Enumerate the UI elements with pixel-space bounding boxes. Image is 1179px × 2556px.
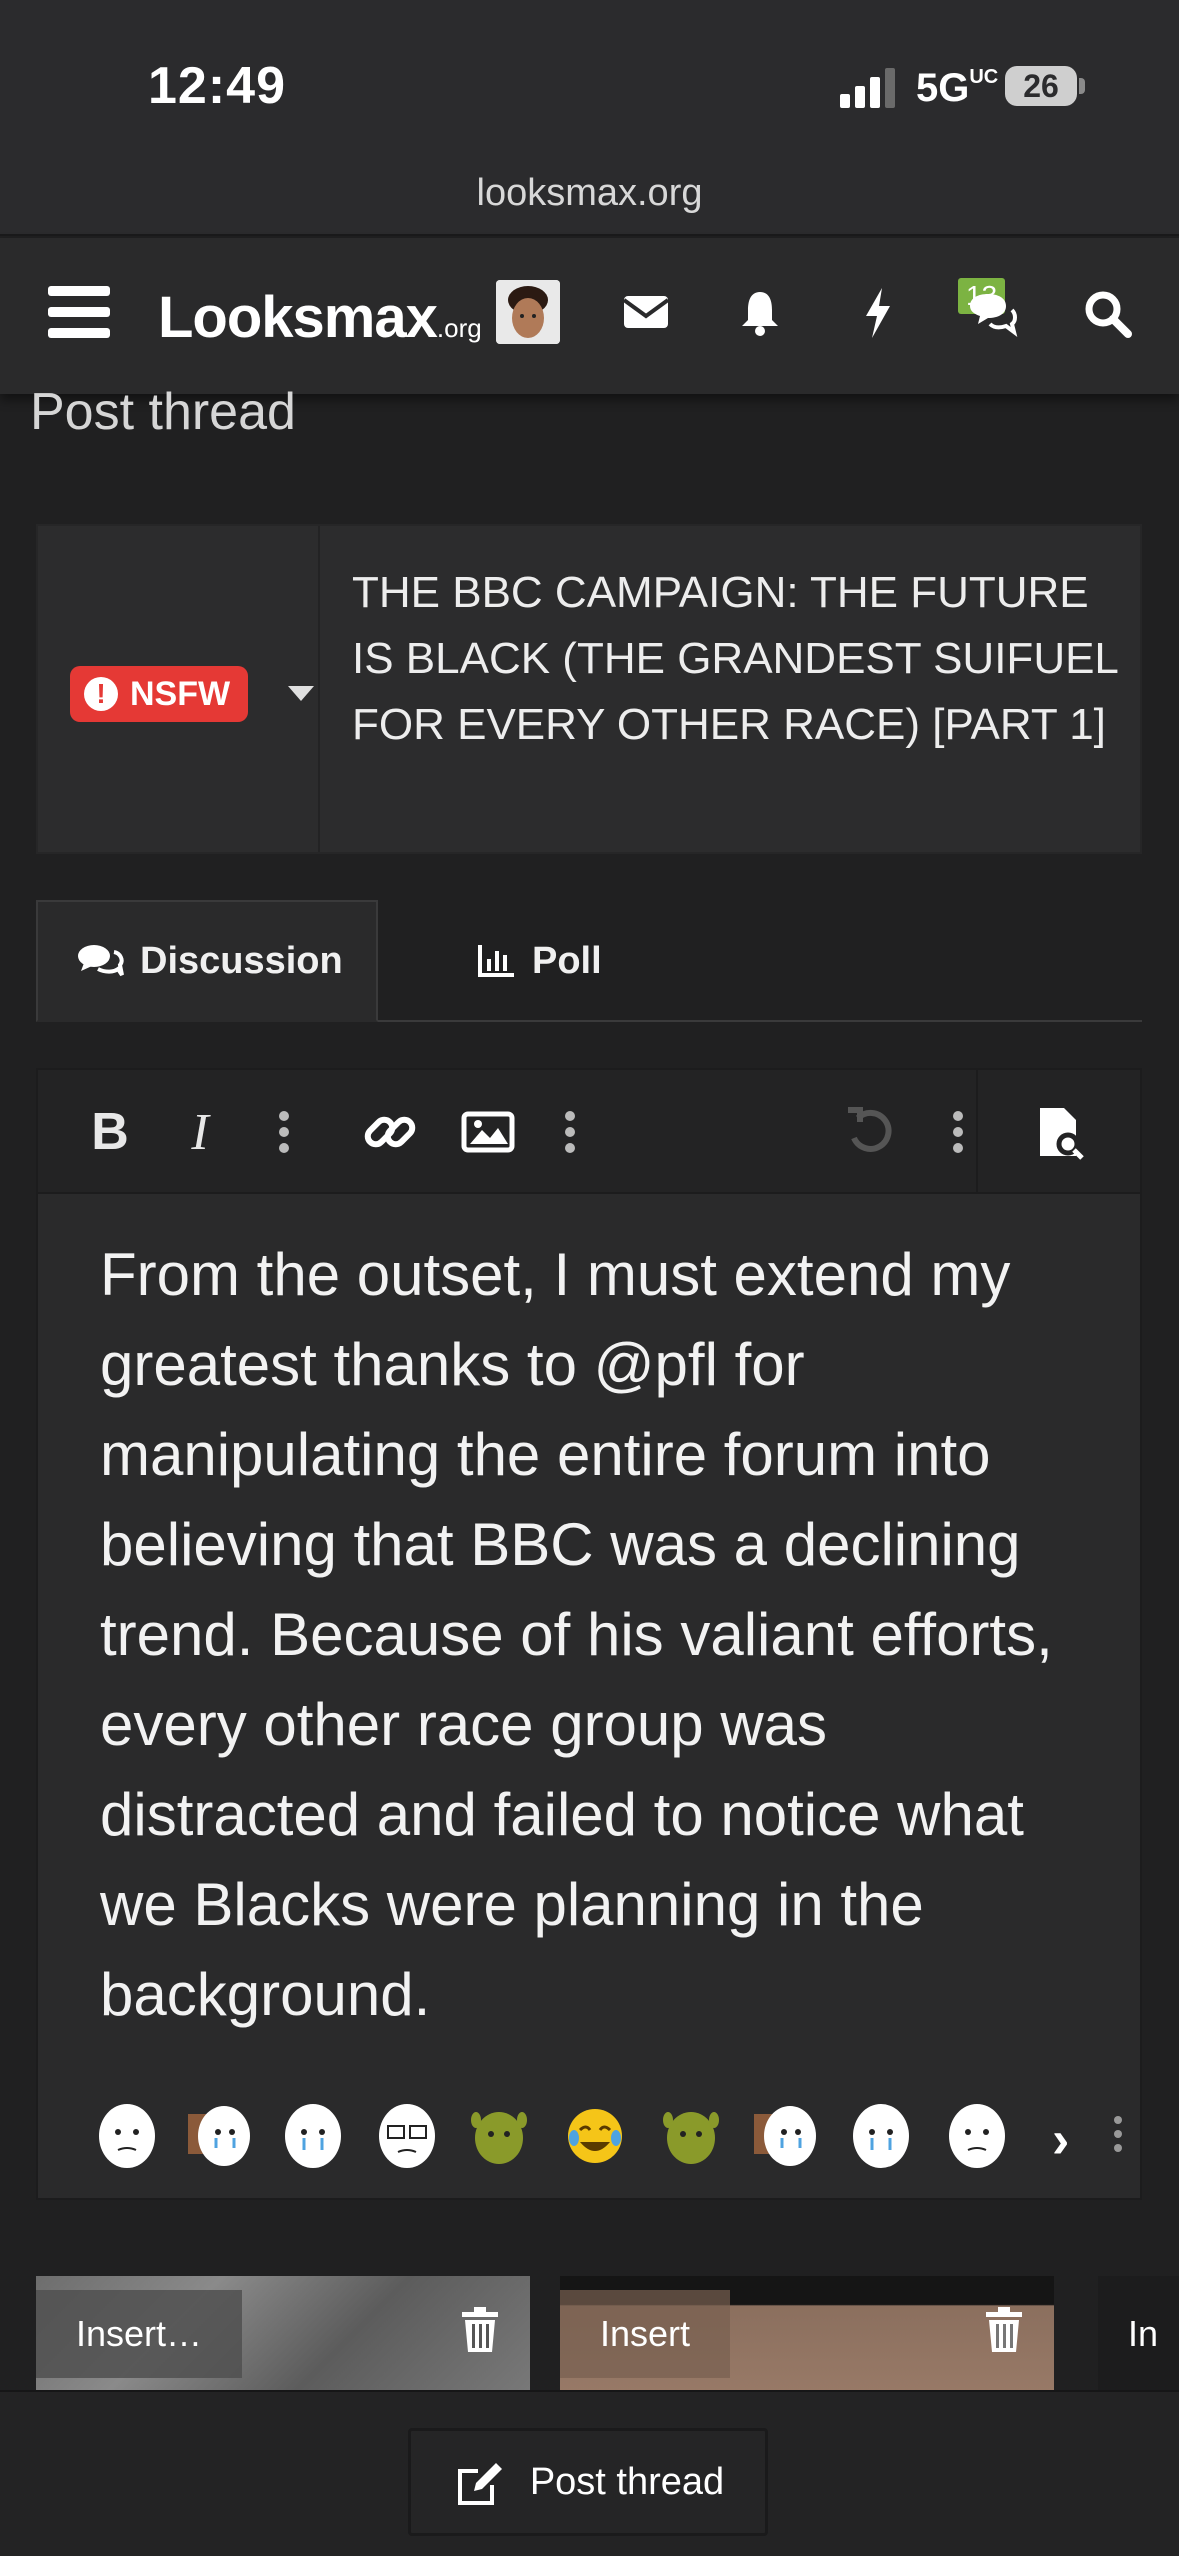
editor-toolbar: B I bbox=[38, 1070, 1140, 1194]
crying-wojak-emoji[interactable] bbox=[186, 2100, 252, 2170]
tab-label: Poll bbox=[532, 939, 602, 982]
thread-title-row: ! NSFW THE BBC CAMPAIGN: THE FUTURE IS B… bbox=[36, 524, 1142, 854]
site-logo[interactable]: Looksmax.org bbox=[158, 284, 482, 351]
insert-button[interactable]: Insert bbox=[560, 2290, 731, 2378]
more-options-icon[interactable] bbox=[1114, 2114, 1122, 2154]
laughing-crying-emoji[interactable] bbox=[562, 2100, 628, 2170]
form-footer: Post thread bbox=[0, 2390, 1179, 2556]
tab-poll[interactable]: Poll bbox=[476, 900, 602, 1022]
image-icon[interactable] bbox=[456, 1100, 520, 1164]
page-title: Post thread bbox=[30, 383, 296, 441]
status-time: 12:49 bbox=[148, 57, 286, 115]
comments-icon[interactable] bbox=[960, 284, 1024, 348]
link-icon[interactable] bbox=[358, 1100, 422, 1164]
preview-icon[interactable] bbox=[1028, 1100, 1092, 1164]
undo-icon[interactable] bbox=[838, 1100, 902, 1164]
thread-title-input[interactable]: THE BBC CAMPAIGN: THE FUTURE IS BLACK (T… bbox=[352, 560, 1132, 758]
chevron-right-icon[interactable]: › bbox=[1052, 2110, 1069, 2170]
glasses-wojak-emoji[interactable] bbox=[374, 2100, 440, 2170]
prefix-label: NSFW bbox=[130, 674, 231, 713]
signal-icon bbox=[840, 68, 895, 108]
attachments-strip: Insert… Insert In bbox=[36, 2276, 1179, 2390]
rich-text-editor: B I From the outset, I must extend my gr… bbox=[36, 1068, 1142, 2200]
bell-icon[interactable] bbox=[728, 280, 792, 344]
wojak-emoji[interactable] bbox=[944, 2100, 1010, 2170]
more-options-icon[interactable] bbox=[252, 1100, 316, 1164]
prefix-selector[interactable]: ! NSFW bbox=[38, 526, 320, 852]
post-thread-label: Post thread bbox=[529, 2460, 725, 2503]
editor-tabs: Discussion Poll bbox=[36, 900, 1142, 1022]
prefix-badge[interactable]: ! NSFW bbox=[70, 666, 249, 722]
post-thread-button[interactable]: Post thread bbox=[408, 2428, 768, 2536]
crying-wojak-emoji[interactable] bbox=[752, 2100, 818, 2170]
bolt-icon[interactable] bbox=[846, 280, 910, 344]
toolbar-divider bbox=[976, 1070, 978, 1194]
network-type: 5GUC bbox=[916, 66, 999, 110]
attachment-thumbnail[interactable]: In bbox=[1098, 2276, 1179, 2390]
shrek-emoji[interactable] bbox=[466, 2100, 532, 2170]
insert-button[interactable]: In bbox=[1098, 2290, 1158, 2378]
tab-label: Discussion bbox=[140, 939, 343, 982]
italic-button[interactable]: I bbox=[168, 1100, 232, 1164]
status-bar: 12:49 5GUC 26 looksmax.org bbox=[0, 0, 1179, 236]
insert-button[interactable]: Insert… bbox=[36, 2290, 243, 2378]
attachment-thumbnail[interactable]: Insert… bbox=[36, 2276, 530, 2390]
editor-content[interactable]: From the outset, I must extend my greate… bbox=[100, 1230, 1100, 2040]
menu-icon[interactable] bbox=[48, 286, 110, 338]
attachment-thumbnail[interactable]: Insert bbox=[560, 2276, 1054, 2390]
bar-chart-icon bbox=[478, 945, 514, 977]
comments-icon bbox=[78, 945, 124, 977]
search-icon[interactable] bbox=[1076, 282, 1140, 346]
bold-button[interactable]: B bbox=[78, 1100, 142, 1164]
address-bar[interactable]: looksmax.org bbox=[0, 172, 1179, 215]
alert-icon: ! bbox=[84, 677, 118, 711]
crying-wojak-emoji[interactable] bbox=[280, 2100, 346, 2170]
emoji-bar: › bbox=[58, 2100, 1138, 2180]
more-options-icon[interactable] bbox=[538, 1100, 602, 1164]
trash-icon[interactable] bbox=[460, 2306, 500, 2354]
tab-discussion[interactable]: Discussion bbox=[36, 900, 378, 1022]
top-nav: Looksmax.org 13 bbox=[0, 238, 1179, 394]
battery-tip bbox=[1079, 78, 1085, 94]
chevron-down-icon[interactable] bbox=[288, 686, 314, 701]
wojak-emoji[interactable] bbox=[94, 2100, 160, 2170]
crying-wojak-emoji[interactable] bbox=[848, 2100, 914, 2170]
edit-icon bbox=[457, 2463, 502, 2505]
battery-icon: 26 bbox=[1005, 66, 1077, 106]
envelope-icon[interactable] bbox=[614, 280, 678, 344]
more-options-icon[interactable] bbox=[926, 1100, 990, 1164]
avatar[interactable] bbox=[496, 280, 560, 344]
trash-icon[interactable] bbox=[984, 2306, 1024, 2354]
shrek-emoji[interactable] bbox=[658, 2100, 724, 2170]
